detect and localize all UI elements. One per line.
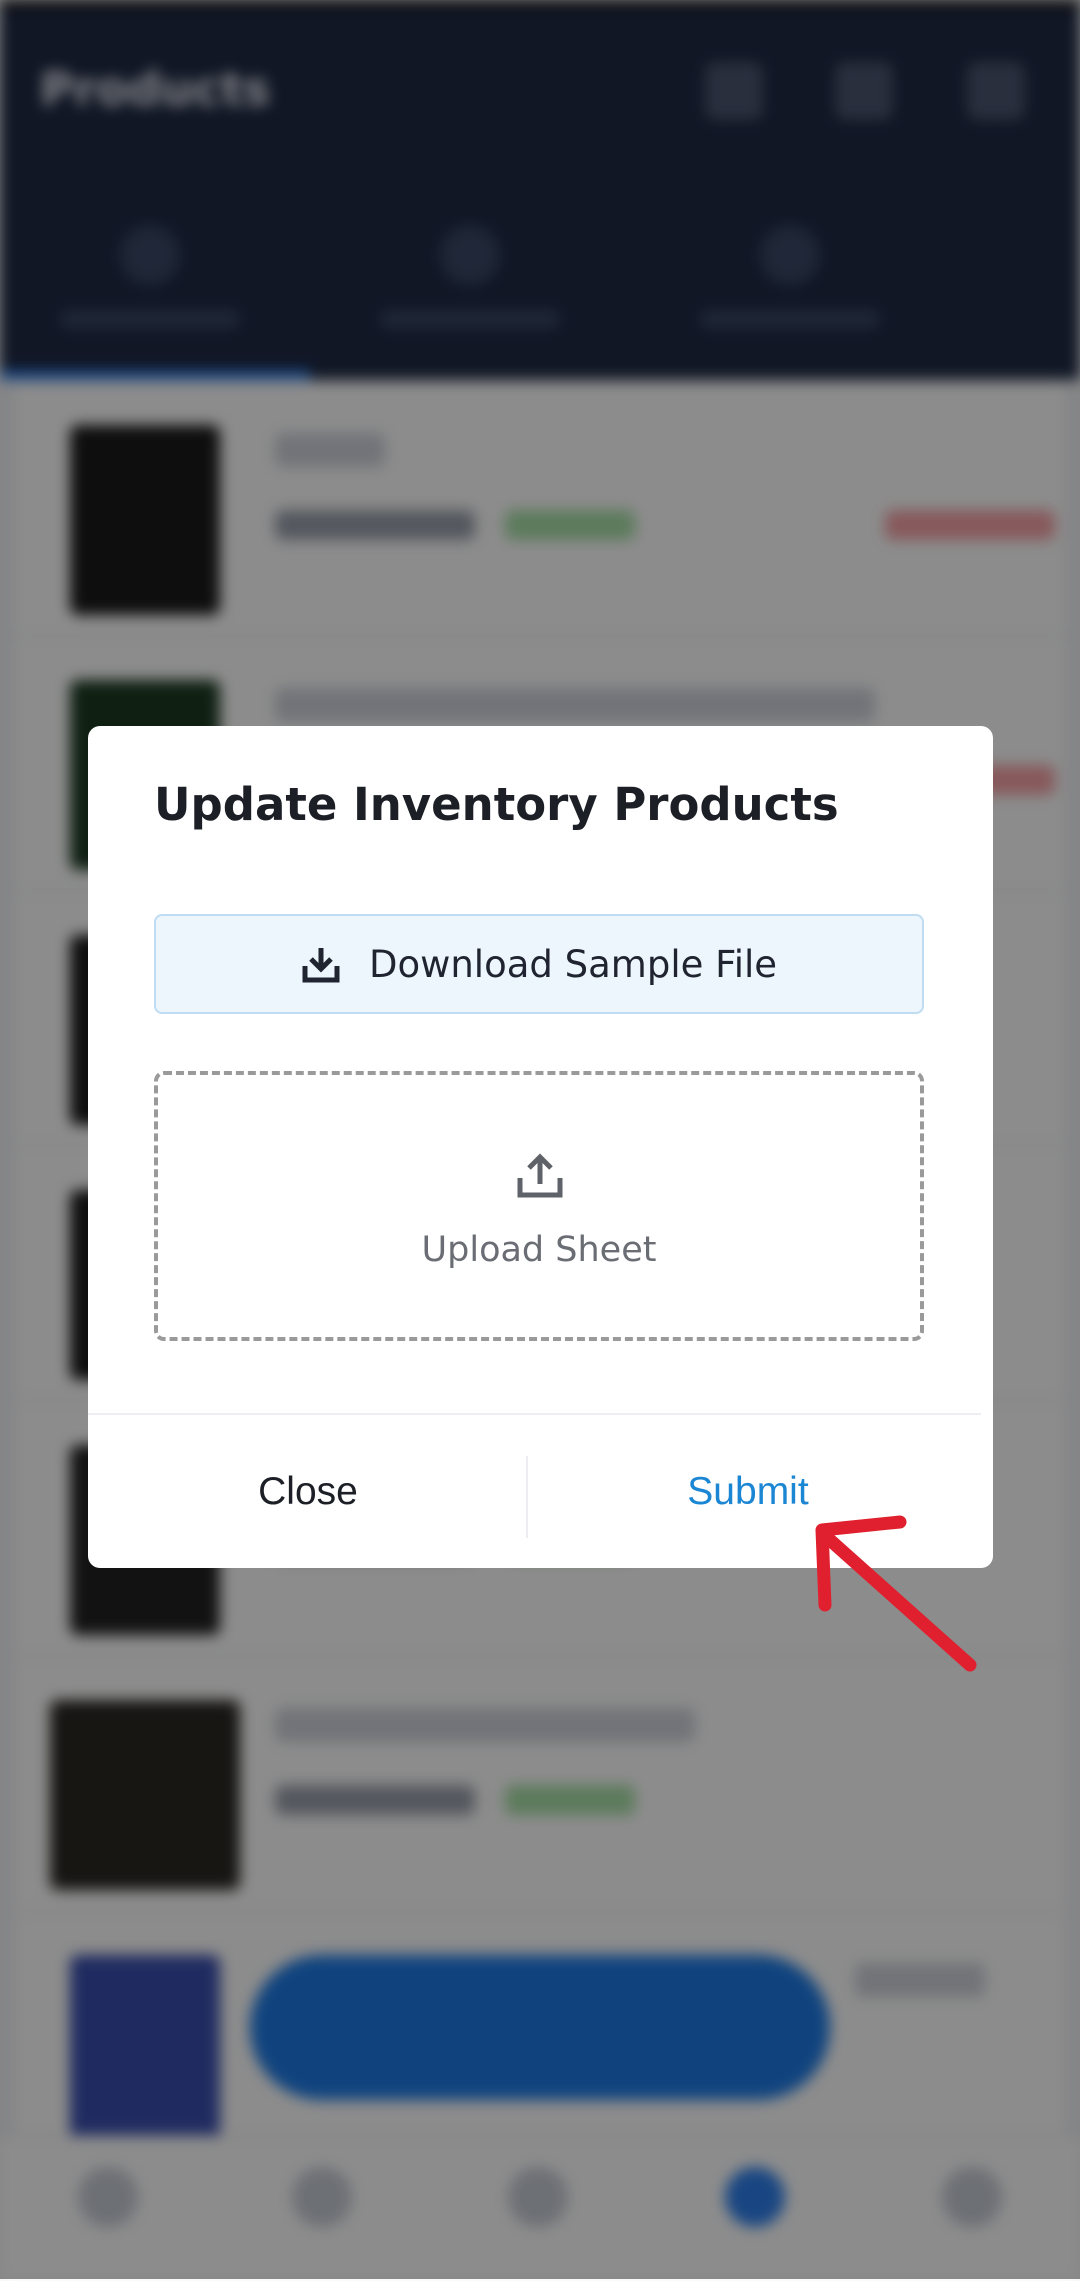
download-sample-file-button[interactable]: Download Sample File	[154, 914, 924, 1014]
dialog-title: Update Inventory Products	[154, 778, 839, 831]
download-icon	[301, 944, 341, 984]
annotation-arrow-icon	[815, 1515, 977, 1672]
close-button[interactable]: Close	[88, 1415, 528, 1568]
update-inventory-dialog: Update Inventory Products Download Sampl…	[88, 726, 993, 1568]
download-sample-file-label: Download Sample File	[368, 942, 778, 986]
upload-sheet-dropzone[interactable]: Upload Sheet	[154, 1071, 924, 1341]
upload-sheet-label: Upload Sheet	[421, 1230, 657, 1270]
upload-icon	[515, 1150, 565, 1200]
